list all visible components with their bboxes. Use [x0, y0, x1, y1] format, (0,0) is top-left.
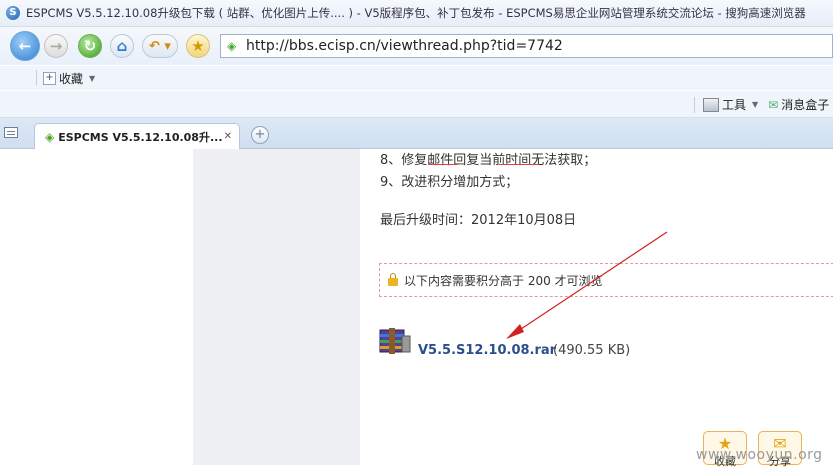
chevron-down-icon[interactable]: ▼ [752, 100, 758, 109]
rar-archive-icon [379, 328, 411, 354]
annotation-arrow [506, 231, 668, 339]
refresh-button[interactable]: ↻ [78, 34, 102, 58]
toolbox-icon[interactable] [703, 97, 719, 112]
undo-close-tab-button[interactable]: ↶ ▾ [142, 34, 178, 58]
tab-bar: ◈ ESPCMS V5.5.12.10.08升... ✕ + [0, 118, 833, 149]
tools-menu[interactable]: 工具 [722, 96, 746, 113]
add-favorite-icon[interactable]: + [43, 71, 56, 85]
title-bar: S ESPCMS V5.5.12.10.08升级包下载 ( 站群、优化图片上传.… [0, 0, 833, 27]
watermark: www.wooyun.org [696, 447, 823, 463]
lock-icon [388, 272, 398, 286]
window-title: ESPCMS V5.5.12.10.08升级包下载 ( 站群、优化图片上传...… [26, 6, 806, 20]
left-panel [0, 149, 193, 465]
message-box-button[interactable]: 消息盒子 [781, 96, 829, 113]
attachment-download-link[interactable]: V5.5.S12.10.08.rar [418, 343, 556, 358]
address-bar[interactable]: ◈ [220, 34, 833, 58]
post-author-column [193, 149, 360, 465]
tab-list-icon[interactable] [4, 127, 18, 138]
forward-button[interactable]: → [44, 34, 68, 58]
favorites-menu[interactable]: 收藏 [59, 70, 83, 87]
changelog-item-8: 8、修复邮件回复当前时间无法获取； [380, 153, 597, 168]
tools-divider [694, 96, 695, 113]
favbar-divider [36, 70, 37, 86]
url-input[interactable] [246, 38, 806, 54]
home-button[interactable]: ⌂ [110, 34, 134, 58]
tools-bar: 工具 ▼ ✉ 消息盒子 [0, 91, 833, 118]
tab-active[interactable]: ◈ ESPCMS V5.5.12.10.08升... ✕ [34, 123, 240, 149]
changelog-item-9: 9、改进积分增加方式； [380, 175, 519, 190]
close-icon[interactable]: ✕ [224, 131, 232, 142]
message-box-icon[interactable]: ✉ [768, 98, 778, 112]
last-update-time: 最后升级时间：2012年10月08日 [380, 213, 577, 228]
red-underline-mark [499, 164, 539, 165]
sogou-browser-icon: S [6, 6, 20, 20]
back-button[interactable]: ← [10, 31, 40, 61]
chevron-down-icon[interactable]: ▼ [89, 74, 95, 83]
tab-title: ESPCMS V5.5.12.10.08升... [58, 130, 223, 144]
favorites-bar: + 收藏 ▼ [0, 66, 833, 90]
favorite-star-button[interactable]: ★ [186, 34, 210, 58]
tools-group: 工具 ▼ ✉ 消息盒子 [694, 96, 829, 113]
red-underline-mark [428, 164, 458, 165]
site-favicon-icon: ◈ [45, 129, 55, 144]
attachment-size: (490.55 KB) [553, 343, 631, 358]
new-tab-button[interactable]: + [251, 126, 269, 144]
site-favicon-icon: ◈ [227, 39, 237, 53]
